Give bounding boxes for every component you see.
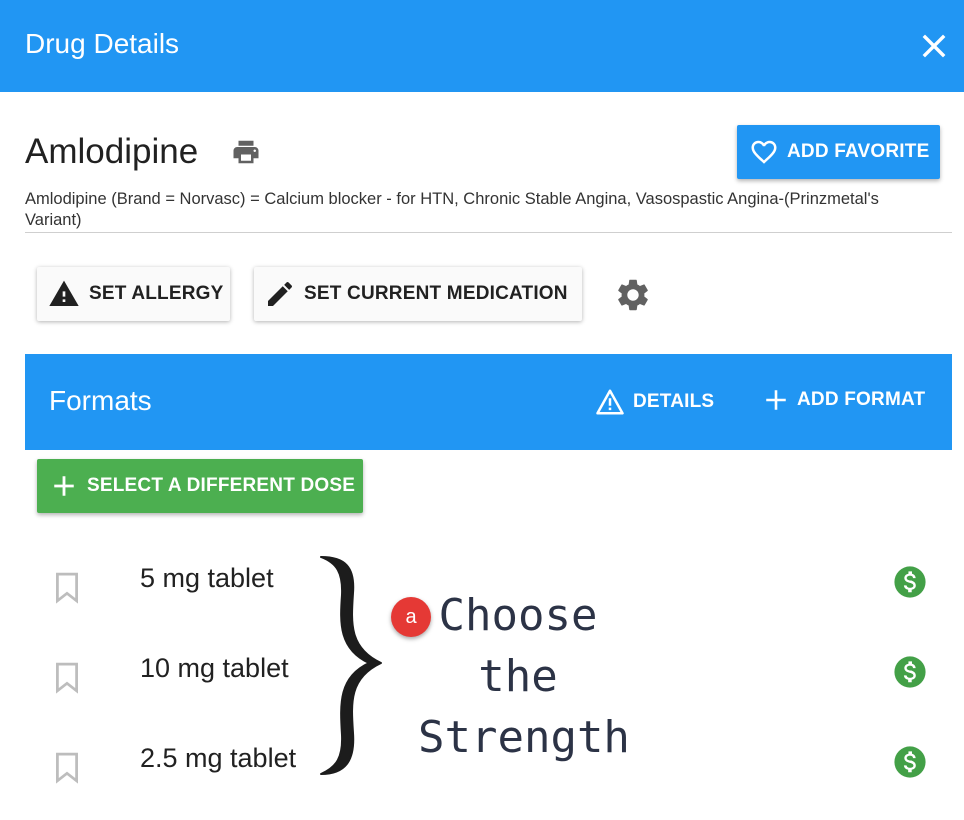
select-different-dose-label: SELECT A DIFFERENT DOSE xyxy=(87,475,356,496)
heart-outline-icon xyxy=(751,140,777,164)
divider xyxy=(25,232,952,233)
set-allergy-label: SET ALLERGY xyxy=(89,283,224,304)
set-current-medication-button[interactable]: SET CURRENT MEDICATION xyxy=(254,267,582,321)
bookmark-outline-icon[interactable] xyxy=(54,752,80,784)
plus-icon xyxy=(766,390,786,410)
gear-icon[interactable] xyxy=(614,276,652,314)
formats-title: Formats xyxy=(49,385,152,416)
dose-label[interactable]: 5 mg tablet xyxy=(140,563,274,594)
close-icon[interactable] xyxy=(918,30,950,62)
print-icon[interactable] xyxy=(229,137,263,167)
annotation-text: Choose the Strength xyxy=(418,585,630,768)
bookmark-outline-icon[interactable] xyxy=(54,572,80,604)
plus-icon xyxy=(54,476,74,496)
select-different-dose-button[interactable]: SELECT A DIFFERENT DOSE xyxy=(37,459,363,513)
add-format-label: ADD FORMAT xyxy=(797,389,926,410)
dollar-icon[interactable] xyxy=(893,565,927,599)
annotation-line: the xyxy=(478,651,558,702)
formats-toolbar: Formats DETAILS ADD FORMAT xyxy=(25,354,952,450)
dose-label[interactable]: 2.5 mg tablet xyxy=(140,743,296,774)
curly-brace-annotation xyxy=(320,556,382,775)
app-header: Drug Details xyxy=(0,0,964,92)
drug-description: Amlodipine (Brand = Norvasc) = Calcium b… xyxy=(25,190,879,229)
set-current-medication-label: SET CURRENT MEDICATION xyxy=(304,283,568,304)
details-button[interactable]: DETAILS xyxy=(595,387,714,417)
add-format-button[interactable]: ADD FORMAT xyxy=(763,387,925,413)
dollar-icon[interactable] xyxy=(893,745,927,779)
details-label: DETAILS xyxy=(633,391,715,412)
bookmark-outline-icon[interactable] xyxy=(54,662,80,694)
dialog-title: Drug Details xyxy=(25,28,180,59)
warning-outline-icon xyxy=(596,389,624,415)
annotation-line: Choose xyxy=(438,590,598,641)
drug-name: Amlodipine xyxy=(25,132,199,171)
add-favorite-button[interactable]: ADD FAVORITE xyxy=(737,125,940,179)
add-favorite-label: ADD FAVORITE xyxy=(787,141,930,162)
dose-label[interactable]: 10 mg tablet xyxy=(140,653,289,684)
set-allergy-button[interactable]: SET ALLERGY xyxy=(37,267,230,321)
annotation-line: Strength xyxy=(418,712,630,763)
warning-icon xyxy=(49,280,79,306)
dollar-icon[interactable] xyxy=(893,655,927,689)
pencil-icon xyxy=(268,281,293,306)
